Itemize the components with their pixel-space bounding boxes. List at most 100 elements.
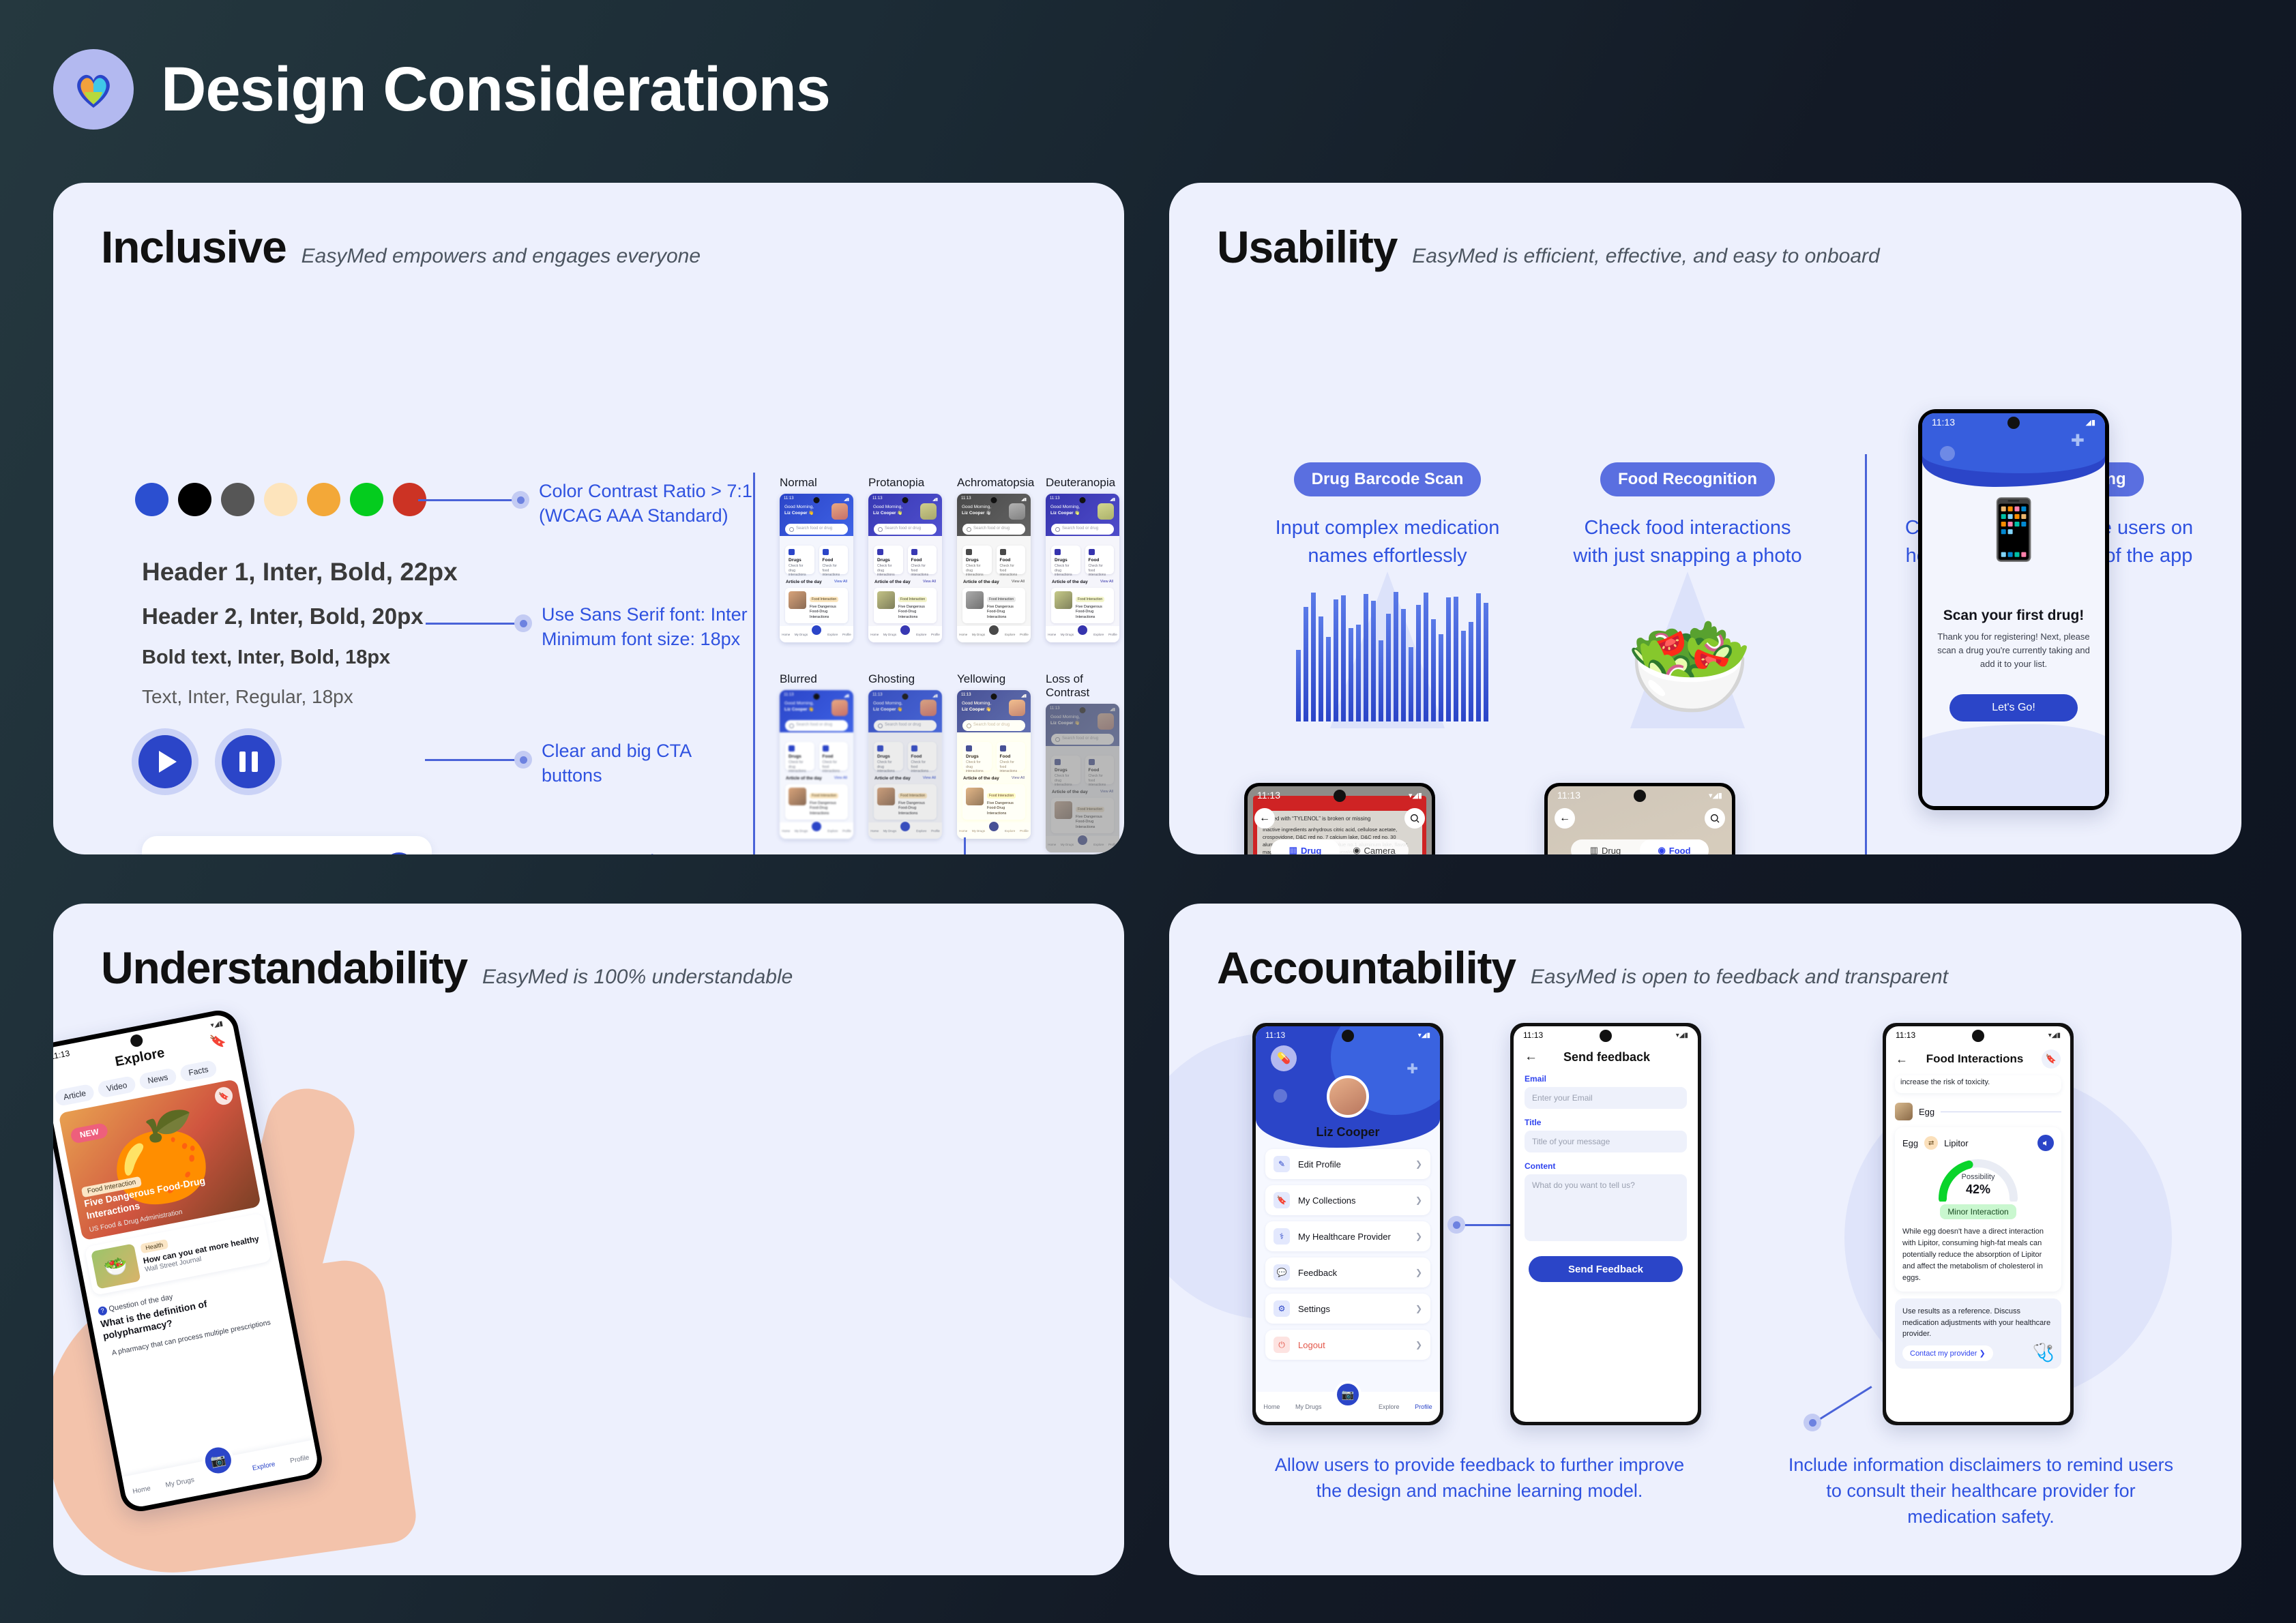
- back-arrow-icon[interactable]: ←: [1525, 1049, 1537, 1064]
- content-textarea[interactable]: What do you want to tell us?: [1525, 1174, 1687, 1241]
- food-header-row: Egg: [1895, 1103, 2061, 1120]
- colorblind-label: Deuteranopia: [1046, 476, 1116, 489]
- chevron-right-icon: ❯: [1415, 1268, 1422, 1277]
- phone-profile: 11:13 ▾◢▮ 💊 ✚ Liz Cooper ✎ Edit Profile ❯…: [1252, 1023, 1443, 1425]
- phone-food-interactions: 11:13 ▾◢▮ ← Food Interactions 🔖 increase …: [1883, 1023, 2074, 1425]
- swatch-orange: [307, 483, 340, 516]
- connector-dot-contrast: [512, 491, 529, 509]
- bookmark-icon[interactable]: 🔖: [2042, 1049, 2061, 1069]
- speaker-icon[interactable]: [2037, 1135, 2054, 1151]
- barcode-icon: ▥: [1289, 845, 1297, 854]
- accountability-title: Accountability: [1217, 942, 1516, 993]
- menu-item-settings[interactable]: ⚙ Settings ❯: [1265, 1294, 1430, 1324]
- gear-icon: ⚙: [1274, 1300, 1290, 1317]
- speaker-icon[interactable]: [384, 852, 414, 854]
- camera-icon: ◉: [1658, 845, 1666, 854]
- nav-my-drugs[interactable]: My Drugs: [1295, 1403, 1322, 1410]
- pair-b: Lipitor: [1944, 1137, 1969, 1148]
- general-usage-title: General Usage: [160, 852, 279, 854]
- colorblind-preview-normal: Normal 11:13 ◢▮ Good Morning, Liz Cooper 👋 Se…: [780, 476, 853, 642]
- caption-disclaimer: Include information disclaimers to remin…: [1742, 1453, 2220, 1530]
- nav-home[interactable]: Home: [1263, 1403, 1280, 1410]
- colorblind-preview-achromatopsia: Achromatopsia 11:13 ◢▮ Good Morning, Liz Coo…: [957, 476, 1034, 642]
- nav-profile[interactable]: Profile: [289, 1454, 310, 1465]
- gauge-label: Possibility: [1961, 1173, 1995, 1181]
- usability-text-barcode: Input complex medication names effortles…: [1241, 514, 1534, 569]
- connector-line-contrast: [418, 499, 520, 501]
- title-field[interactable]: Title of your message: [1525, 1131, 1687, 1152]
- nav-home[interactable]: Home: [132, 1485, 151, 1495]
- nav-explore[interactable]: Explore: [252, 1460, 276, 1472]
- tab-article[interactable]: Article: [54, 1083, 95, 1107]
- back-arrow-icon[interactable]: ←: [1555, 808, 1575, 829]
- profile-user-name: Liz Cooper: [1316, 1125, 1380, 1139]
- phone-food-recognition: 🍤 🍊 11:13▾◢▮ ← ▥Drug ◉Food: [1544, 783, 1735, 854]
- toggle-food[interactable]: ◉ Food: [1640, 839, 1709, 854]
- connector-dot-cta: [514, 751, 532, 769]
- camera-fab-button[interactable]: 📷: [1334, 1381, 1362, 1408]
- chevron-right-icon: ❯: [1415, 1195, 1422, 1205]
- tab-facts[interactable]: Facts: [179, 1059, 218, 1083]
- tab-news[interactable]: News: [138, 1067, 178, 1091]
- send-feedback-button[interactable]: Send Feedback: [1529, 1256, 1683, 1282]
- toggle-drug[interactable]: ▥ Drug: [1271, 839, 1340, 854]
- contact-provider-button[interactable]: Contact my provider ❯: [1902, 1345, 1993, 1361]
- chevron-right-icon: ❯: [1415, 1304, 1422, 1313]
- food-interaction-card: Egg ⇄ Lipitor Possibility 42% Minor Inte…: [1895, 1127, 2061, 1292]
- phone-preview: 11:13 ◢▮ Good Morning, Liz Cooper 👋 Search f…: [780, 494, 853, 642]
- annotation-contrast-line1: Color Contrast Ratio > 7:1: [539, 481, 752, 501]
- connector-dot-font: [514, 614, 532, 632]
- nav-my-drugs[interactable]: My Drugs: [165, 1476, 195, 1489]
- colorblind-label: Protanopia: [868, 476, 925, 489]
- gauge-value: 42%: [1965, 1182, 1991, 1196]
- caption-feedback-l1: Allow users to provide feedback to furth…: [1274, 1455, 1685, 1475]
- medical-bag-icon: ⚕: [1274, 1228, 1290, 1245]
- email-field[interactable]: Enter your Email: [1525, 1087, 1687, 1109]
- feedback-icon: 💬: [1274, 1264, 1290, 1281]
- usability-text-barcode-l2: names effortlessly: [1308, 544, 1467, 567]
- search-icon[interactable]: [1705, 808, 1725, 829]
- toggle-drug[interactable]: ▥ Drug: [1571, 839, 1640, 854]
- tab-video[interactable]: Video: [97, 1075, 137, 1099]
- lets-go-button[interactable]: Let's Go!: [1949, 694, 2078, 721]
- toggle-camera[interactable]: ◉ Camera: [1340, 839, 1409, 854]
- menu-item-feedback[interactable]: 💬 Feedback ❯: [1265, 1257, 1430, 1287]
- menu-item-logout[interactable]: ⏻ Logout ❯: [1265, 1330, 1430, 1360]
- drug-label-line1: printed with “TYLENOL” is broken or miss…: [1263, 816, 1371, 822]
- profile-time: 11:13: [1265, 1030, 1286, 1040]
- vertical-divider-usability: [1865, 454, 1867, 854]
- pause-button[interactable]: [222, 735, 275, 788]
- nav-profile[interactable]: Profile: [1415, 1403, 1432, 1410]
- play-button[interactable]: [138, 735, 192, 788]
- typography-scale: Header 1, Inter, Bold, 22px Header 2, In…: [142, 558, 458, 725]
- connector-dot-disclaimer: [1804, 1414, 1821, 1431]
- colorblind-preview-deuteranopia: Deuteranopia 11:13 ◢▮ Good Morning, Liz Coop…: [1046, 476, 1119, 642]
- possibility-gauge: Possibility 42%: [1936, 1157, 2020, 1202]
- caption-disclaimer-l3: medication safety.: [1907, 1506, 2055, 1527]
- chevron-right-icon: ❯: [1415, 1232, 1422, 1241]
- back-arrow-icon[interactable]: ←: [1896, 1052, 1908, 1067]
- chip-drug-barcode-scan[interactable]: Drug Barcode Scan: [1293, 462, 1482, 496]
- feedback-time: 11:13: [1523, 1030, 1544, 1040]
- menu-item-my-healthcare-provider[interactable]: ⚕ My Healthcare Provider ❯: [1265, 1221, 1430, 1251]
- inclusive-heading: Inclusive EasyMed empowers and engages e…: [53, 183, 1124, 273]
- email-label: Email: [1525, 1074, 1547, 1084]
- colorblind-preview-protanopia: Protanopia 11:13 ◢▮ Good Morning, Liz Cooper…: [868, 476, 942, 642]
- menu-item-my-collections[interactable]: 🔖 My Collections ❯: [1265, 1185, 1430, 1215]
- phone-onboarding: 11:13 ◢▮ ✚ 📱 Scan your first drug! Thank …: [1918, 409, 2109, 810]
- bandage-icon: ✚: [1407, 1062, 1418, 1077]
- menu-label-settings: Settings: [1298, 1303, 1330, 1314]
- bookmark-icon: 🔖: [1274, 1192, 1290, 1208]
- chevron-right-icon: ❯: [1415, 1159, 1422, 1169]
- back-arrow-icon[interactable]: ←: [1254, 808, 1275, 829]
- colorblind-preview-ghosting: Ghosting 11:13 ◢▮ Good Morning, Liz Cooper 👋…: [868, 672, 942, 852]
- colorblind-preview-loss-of-contrast: Loss of Contrast 11:13 ◢▮ Good Morning, Liz …: [1046, 672, 1119, 852]
- nav-explore[interactable]: Explore: [1379, 1403, 1400, 1410]
- menu-item-edit-profile[interactable]: ✎ Edit Profile ❯: [1265, 1149, 1430, 1179]
- usability-text-food-l1: Check food interactions: [1584, 517, 1791, 539]
- chip-food-recognition[interactable]: Food Recognition: [1600, 462, 1775, 496]
- page-title: Design Considerations: [161, 54, 831, 124]
- search-icon[interactable]: [1404, 808, 1425, 829]
- hero-article-card[interactable]: 🍊 NEW 🔖 Food Interaction Five Dangerous …: [58, 1079, 261, 1241]
- bookmark-icon[interactable]: 🔖: [209, 1032, 228, 1051]
